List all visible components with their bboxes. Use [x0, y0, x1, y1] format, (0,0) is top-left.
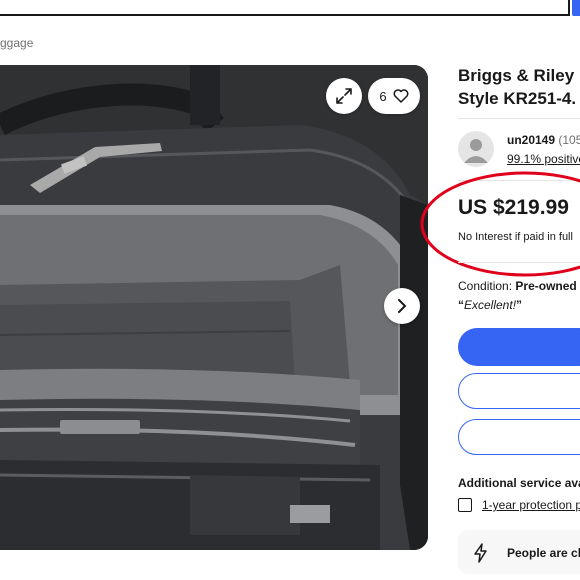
chevron-right-icon[interactable]: [384, 288, 420, 324]
condition-label: Condition:: [458, 279, 513, 293]
search-button[interactable]: [572, 0, 580, 16]
seller-name[interactable]: un20149 (1057: [507, 133, 580, 147]
expand-arrows-icon[interactable]: [326, 78, 362, 114]
seller-username[interactable]: un20149: [507, 133, 555, 147]
condition-value: Pre-owned: [515, 279, 577, 293]
buy-it-now-button[interactable]: [458, 328, 580, 366]
condition-quote-text: Excellent!: [464, 298, 517, 312]
breadcrumb[interactable]: ggage: [0, 36, 33, 50]
item-title-line-1: Briggs & Riley: [458, 66, 575, 85]
financing-offer[interactable]: No Interest if paid in full: [458, 231, 573, 243]
heart-icon: [393, 89, 409, 103]
watch-count: 6: [379, 88, 387, 104]
product-image[interactable]: [0, 65, 428, 550]
divider: [458, 118, 580, 119]
item-price: US $219.99: [458, 196, 569, 219]
divider: [458, 262, 580, 263]
condition-quote: “Excellent!”: [458, 298, 522, 312]
people-checking-text: People are che: [507, 546, 580, 560]
item-condition: Condition: Pre-owned: [458, 279, 577, 293]
search-input[interactable]: lg: [0, 0, 570, 16]
seller-positive-feedback[interactable]: 99.1% positive: [507, 152, 580, 166]
avatar[interactable]: [458, 131, 494, 167]
divider: [458, 180, 580, 181]
watch-button[interactable]: 6: [368, 78, 420, 114]
protection-plan-link[interactable]: 1-year protection p: [482, 498, 580, 512]
add-to-cart-button[interactable]: [458, 373, 580, 409]
additional-service-heading: Additional service avail: [458, 476, 580, 490]
luggage-photo: [0, 65, 428, 550]
item-title: Briggs & Riley Style KR251-4.: [458, 64, 580, 110]
lightning-bolt-icon: [474, 543, 487, 563]
item-title-line-2: Style KR251-4.: [458, 89, 577, 108]
add-to-watchlist-button[interactable]: [458, 419, 580, 455]
quote-close-mark: ”: [516, 298, 523, 312]
seller-feedback-count: (1057: [558, 133, 580, 147]
protection-plan-checkbox[interactable]: [458, 498, 472, 512]
